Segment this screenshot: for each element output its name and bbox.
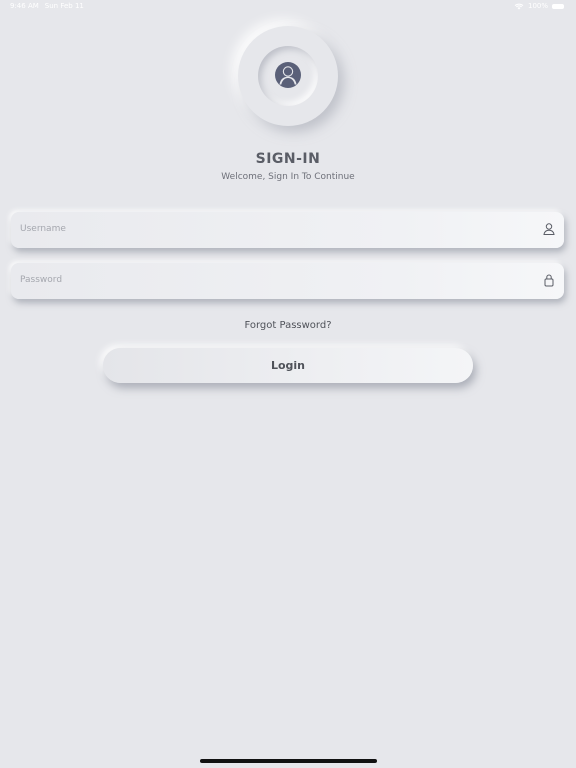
person-icon (543, 223, 555, 235)
user-avatar-icon (275, 62, 301, 88)
page-title: SIGN-IN (255, 151, 321, 167)
password-placeholder: Password (20, 275, 63, 285)
home-indicator[interactable] (200, 759, 377, 763)
battery-icon (552, 4, 564, 9)
page-subtitle: Welcome, Sign In To Continue (221, 172, 355, 182)
username-placeholder: Username (20, 224, 66, 234)
avatar-inner-ring (258, 46, 318, 106)
status-bar: 9:46 AM Sun Feb 11 100% (0, 0, 576, 14)
wifi-icon (514, 3, 524, 9)
lock-icon (544, 274, 554, 287)
status-right: 100% (514, 2, 564, 10)
status-left: 9:46 AM Sun Feb 11 (10, 2, 84, 10)
forgot-password-link[interactable]: Forgot Password? (0, 320, 576, 331)
status-time: 9:46 AM (10, 2, 39, 10)
battery-percentage: 100% (527, 2, 548, 10)
login-button[interactable]: Login (103, 348, 473, 383)
status-date: Sun Feb 11 (44, 2, 84, 10)
avatar (238, 26, 338, 126)
username-field[interactable]: Username (11, 212, 564, 248)
password-field[interactable]: Password (11, 263, 564, 299)
